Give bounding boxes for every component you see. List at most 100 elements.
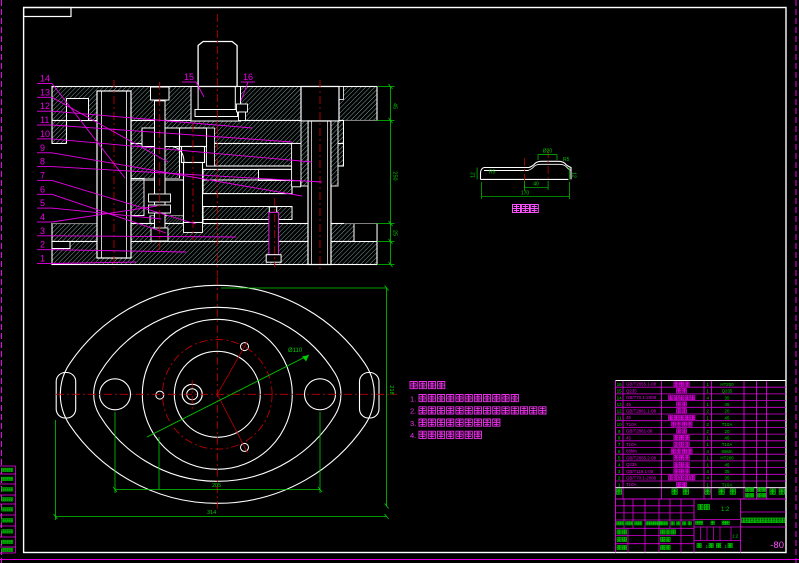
svg-text:R5: R5 <box>563 157 570 163</box>
svg-text:4: 4 <box>706 476 709 481</box>
svg-text:4: 4 <box>706 395 709 400</box>
svg-text:12: 12 <box>617 409 623 414</box>
svg-text:GB/T2855.2-08: GB/T2855.2-08 <box>626 455 657 460</box>
svg-text:1: 1 <box>40 254 45 264</box>
svg-text:8: 8 <box>40 157 45 167</box>
svg-text:12: 12 <box>471 172 477 178</box>
svg-text:1: 1 <box>706 436 709 441</box>
svg-text:Q235: Q235 <box>626 462 637 467</box>
svg-text:GB/T2855.1-08: GB/T2855.1-08 <box>626 382 657 387</box>
svg-text:3.: 3. <box>410 419 416 428</box>
svg-text:T10A: T10A <box>722 482 733 487</box>
svg-text:45: 45 <box>626 402 631 407</box>
svg-text:1:2: 1:2 <box>732 534 739 539</box>
svg-text:15: 15 <box>184 72 194 82</box>
svg-text:35: 35 <box>725 395 730 400</box>
svg-text:1: 1 <box>618 482 621 487</box>
svg-text:2: 2 <box>618 476 621 481</box>
svg-text:Q235: Q235 <box>626 388 637 393</box>
svg-text:1: 1 <box>706 442 709 447</box>
svg-text:T10A: T10A <box>626 482 637 487</box>
svg-text:16: 16 <box>617 382 623 387</box>
svg-text:GB/T2861.1-08: GB/T2861.1-08 <box>626 409 657 414</box>
svg-text:20: 20 <box>725 409 730 414</box>
svg-text:R5: R5 <box>489 170 496 176</box>
svg-text:T10A: T10A <box>722 442 733 447</box>
svg-text:8: 8 <box>618 436 621 441</box>
svg-text:GB/T70.1-2008: GB/T70.1-2008 <box>626 395 657 400</box>
svg-text:20: 20 <box>725 429 730 434</box>
svg-text:1:2: 1:2 <box>721 507 730 513</box>
svg-text:15: 15 <box>617 389 623 394</box>
svg-text:16: 16 <box>243 72 253 82</box>
svg-text:35: 35 <box>725 469 730 474</box>
svg-text:3: 3 <box>40 226 45 236</box>
svg-text:4: 4 <box>706 449 709 454</box>
svg-text:2: 2 <box>706 422 709 427</box>
svg-text:T10A: T10A <box>722 422 733 427</box>
svg-text:4: 4 <box>40 212 45 222</box>
svg-text:7: 7 <box>40 170 45 180</box>
svg-text:12: 12 <box>40 101 50 111</box>
svg-text:65Mn: 65Mn <box>722 449 734 454</box>
svg-text:1: 1 <box>706 456 709 461</box>
svg-text:Ø110: Ø110 <box>288 348 303 354</box>
svg-text:1.: 1. <box>410 394 416 403</box>
svg-text:218: 218 <box>388 385 394 394</box>
svg-text:4.: 4. <box>410 431 416 440</box>
svg-text:7: 7 <box>618 442 621 447</box>
svg-text:GB/T70.1-2008: GB/T70.1-2008 <box>626 476 657 481</box>
svg-text:45: 45 <box>725 402 730 407</box>
svg-text:45: 45 <box>392 103 398 109</box>
svg-text:1: 1 <box>706 402 709 407</box>
svg-text:GB/T119.1-00: GB/T119.1-00 <box>626 469 654 474</box>
svg-text:4: 4 <box>618 462 621 467</box>
svg-text:5: 5 <box>40 198 45 208</box>
svg-text:45: 45 <box>725 462 730 467</box>
svg-text:25: 25 <box>392 230 398 236</box>
svg-text:14: 14 <box>617 395 623 400</box>
svg-text:2.: 2. <box>410 407 416 416</box>
svg-text:5: 5 <box>618 456 621 461</box>
svg-text:45: 45 <box>725 436 730 441</box>
svg-text:T10A: T10A <box>626 422 637 427</box>
svg-text:35: 35 <box>725 476 730 481</box>
svg-text:11: 11 <box>617 415 622 420</box>
svg-text:Ø20: Ø20 <box>543 149 553 155</box>
svg-text:314: 314 <box>207 510 216 516</box>
svg-text:11: 11 <box>40 115 49 125</box>
svg-text:12: 12 <box>571 172 577 178</box>
svg-text:1: 1 <box>706 389 709 394</box>
svg-text:10: 10 <box>617 422 623 427</box>
svg-text:1: 1 <box>706 482 709 487</box>
svg-text:13: 13 <box>617 402 623 407</box>
svg-text:4: 4 <box>706 469 709 474</box>
svg-text:-80: -80 <box>770 540 784 551</box>
svg-text:6: 6 <box>618 449 621 454</box>
svg-text:2: 2 <box>706 429 709 434</box>
svg-text:9: 9 <box>40 143 45 153</box>
svg-text:170: 170 <box>521 190 530 196</box>
svg-text:10: 10 <box>40 129 50 139</box>
svg-text:1: 1 <box>706 382 709 387</box>
svg-text:9: 9 <box>618 429 621 434</box>
svg-text:1: 1 <box>706 462 709 467</box>
svg-text:2: 2 <box>40 240 45 250</box>
svg-text:T10A: T10A <box>626 442 637 447</box>
svg-text:250: 250 <box>392 171 398 180</box>
svg-text:Q235: Q235 <box>722 389 733 394</box>
svg-text:45: 45 <box>725 415 730 420</box>
svg-text:3: 3 <box>618 469 621 474</box>
svg-text:65Mn: 65Mn <box>626 449 638 454</box>
svg-text:205: 205 <box>212 483 221 489</box>
svg-text:40: 40 <box>533 181 539 187</box>
svg-text:HT200: HT200 <box>720 456 734 461</box>
svg-text:45: 45 <box>626 435 631 440</box>
svg-text:2: 2 <box>706 409 709 414</box>
svg-text:6: 6 <box>40 184 45 194</box>
svg-text:14: 14 <box>40 74 50 84</box>
svg-text:45: 45 <box>626 415 631 420</box>
svg-text:13: 13 <box>40 87 50 97</box>
svg-text:HT200: HT200 <box>720 382 734 387</box>
svg-text:GB/T2861-08: GB/T2861-08 <box>626 429 653 434</box>
